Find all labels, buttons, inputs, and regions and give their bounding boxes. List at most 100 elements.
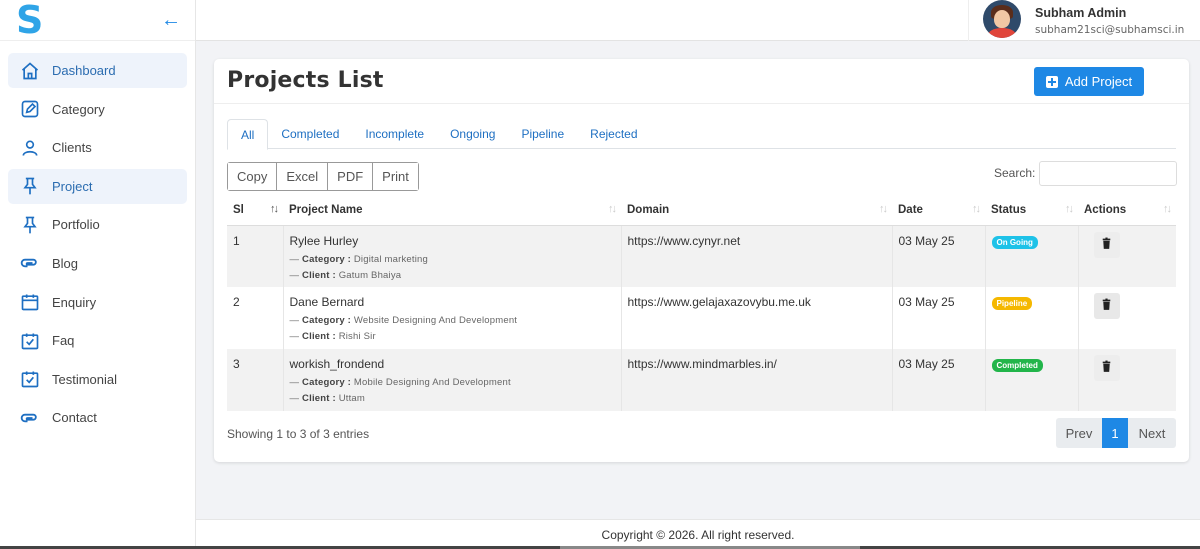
pin-icon [20, 176, 40, 196]
search-input[interactable] [1039, 161, 1177, 186]
category-label: Category : [302, 377, 352, 388]
projects-card: Projects List Add Project All Completed In… [214, 59, 1189, 462]
print-button[interactable]: Print [373, 163, 418, 190]
pin-icon [20, 215, 40, 235]
project-date: 03 May 25 [898, 233, 955, 248]
pagination: Prev 1 Next [1056, 418, 1176, 448]
sidebar-item-portfolio[interactable]: Portfolio [8, 207, 187, 242]
footer: Copyright © 2026. All right reserved. [196, 519, 1200, 549]
client-label: Client : [302, 331, 336, 342]
column-header-label: Project Name [289, 203, 363, 216]
column-header-label: Actions [1084, 203, 1127, 216]
sort-icon: ↑↓ [270, 203, 279, 215]
sidebar-item-contact[interactable]: Contact [8, 400, 187, 435]
client-value: Rishi Sir [338, 331, 376, 342]
column-header-status[interactable]: Status ↑↓ [985, 195, 1078, 226]
sidebar-item-label: Contact [52, 410, 97, 426]
project-category: — Category : Digital marketing [289, 253, 429, 265]
project-client: — Client : Gatum Bhaiya [289, 269, 402, 281]
column-header-project-name[interactable]: Project Name ↑↓ [283, 195, 621, 226]
trash-icon [1100, 360, 1113, 376]
sidebar-item-blog[interactable]: Blog [8, 246, 187, 281]
sidebar-item-faq[interactable]: Faq [8, 323, 187, 358]
arrow-left-icon[interactable]: ← [161, 9, 181, 32]
column-header-sl[interactable]: Sl ↑↓ [227, 195, 283, 226]
sidebar-item-testimonial[interactable]: Testimonial [8, 362, 187, 397]
sidebar-item-project[interactable]: Project [8, 168, 187, 204]
sidebar-item-category[interactable]: Category [8, 92, 187, 127]
column-header-date[interactable]: Date ↑↓ [892, 195, 985, 226]
delete-button[interactable] [1093, 355, 1120, 381]
sidebar: S ← Dashboard Category Clients Project Portf… [0, 0, 196, 549]
tab-all[interactable]: All [227, 119, 269, 150]
client-value: Gatum Bhaiya [338, 269, 402, 281]
sort-icon: ↑↓ [972, 203, 981, 215]
card-header: Projects List Add Project [214, 59, 1189, 104]
sidebar-item-label: Blog [52, 255, 79, 271]
home-icon [20, 61, 40, 81]
tab-ongoing[interactable]: Ongoing [437, 119, 508, 149]
tab-completed[interactable]: Completed [268, 119, 352, 149]
category-label: Category : [302, 315, 352, 326]
sort-icon: ↑↓ [1163, 203, 1172, 215]
client-value: Uttam [338, 393, 366, 404]
sidebar-item-clients[interactable]: Clients [8, 130, 187, 165]
next-page-button[interactable]: Next [1128, 418, 1176, 448]
sidebar-nav: Dashboard Category Clients Project Portfolio… [0, 41, 195, 435]
client-label: Client : [302, 393, 336, 404]
sort-icon: ↑↓ [879, 203, 888, 215]
link-icon [20, 253, 40, 273]
excel-button[interactable]: Excel [277, 163, 329, 190]
user-name: Subham Admin [1035, 5, 1127, 20]
pdf-button[interactable]: PDF [328, 163, 374, 190]
avatar[interactable] [983, 0, 1021, 38]
column-header-actions[interactable]: Actions ↑↓ [1078, 195, 1176, 226]
calendar-icon [20, 292, 40, 312]
user-email: subham21sci@subhamsci.in [1035, 23, 1185, 36]
sidebar-item-label: Category [52, 101, 105, 117]
project-date: 03 May 25 [898, 295, 955, 309]
project-date: 03 May 25 [898, 357, 955, 371]
sidebar-item-label: Clients [52, 140, 92, 156]
calendar-check-icon [20, 331, 40, 351]
status-badge: Completed [991, 359, 1043, 372]
add-project-button[interactable]: Add Project [1034, 67, 1144, 96]
sort-icon: ↑↓ [1065, 203, 1074, 215]
category-value: Digital marketing [353, 253, 429, 265]
page-title: Projects List [227, 68, 384, 93]
project-domain: https://www.mindmarbles.in/ [627, 357, 777, 371]
search-label: Search: [994, 166, 1036, 180]
add-project-label: Add Project [1064, 74, 1133, 89]
project-client: — Client : Rishi Sir [289, 331, 376, 342]
tab-rejected[interactable]: Rejected [577, 119, 650, 149]
project-domain: https://www.cynyr.net [627, 233, 741, 248]
sidebar-item-label: Portfolio [52, 217, 100, 233]
edit-square-icon [20, 99, 40, 119]
sidebar-item-dashboard[interactable]: Dashboard [8, 53, 187, 88]
table-row: 1 Rylee Hurley — Category : Digital market… [227, 225, 1176, 287]
project-category: — Category : Website Designing And Devel… [289, 315, 518, 326]
delete-button[interactable] [1093, 293, 1120, 319]
copy-button[interactable]: Copy [228, 163, 278, 190]
entries-info: Showing 1 to 3 of 3 entries [227, 427, 370, 441]
plus-square-icon [1045, 75, 1058, 88]
brand-bar: S ← [0, 0, 195, 41]
column-header-label: Domain [627, 203, 670, 216]
delete-button[interactable] [1093, 231, 1120, 258]
page-1-button[interactable]: 1 [1102, 418, 1128, 448]
logo[interactable]: S [16, 1, 43, 39]
sort-icon: ↑↓ [608, 203, 617, 215]
tab-incomplete[interactable]: Incomplete [352, 119, 437, 149]
status-tabs: All Completed Incomplete Ongoing Pipeline Rej… [227, 119, 1176, 150]
category-label: Category : [302, 253, 352, 265]
status-badge: On Going [991, 235, 1038, 249]
prev-page-button[interactable]: Prev [1056, 418, 1102, 448]
link-icon [20, 408, 40, 428]
row-sl: 3 [233, 357, 240, 371]
user-icon [20, 138, 40, 158]
tab-pipeline[interactable]: Pipeline [508, 119, 577, 149]
user-menu[interactable]: Subham Admin subham21sci@subhamsci.in [968, 0, 1200, 41]
sidebar-item-enquiry[interactable]: Enquiry [8, 285, 187, 320]
table-row: 2 Dane Bernard — Category : Website Design… [227, 287, 1176, 349]
column-header-domain[interactable]: Domain ↑↓ [621, 195, 892, 226]
